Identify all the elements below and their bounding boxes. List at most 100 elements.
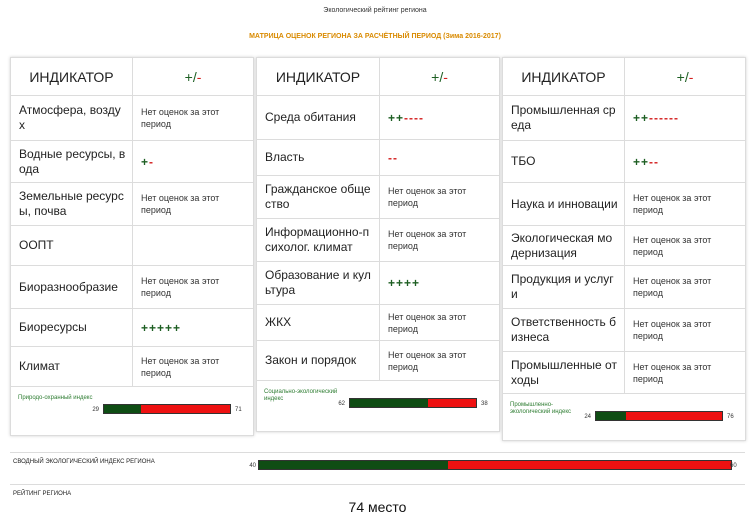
negative-marks: -- [388,150,398,165]
summary-green-segment [259,461,448,469]
indicator-score: Нет оценок за этот период [633,319,712,341]
positive-marks: +++++ [141,320,182,335]
plus-sign: + [431,68,440,85]
indicator-row: ООПТ [11,226,253,266]
indicator-score: Нет оценок за этот период [633,234,712,257]
matrix-title: МАТРИЦА ОЦЕНОК РЕГИОНА ЗА РАСЧЁТНЫЙ ПЕРИ… [249,33,501,40]
indicator-row: ТБО ++-- [503,141,745,183]
score-marks: -- [388,152,398,164]
indicator-score: Нет оценок за этот период [141,193,220,215]
minus-sign: - [443,68,448,85]
indicator-score: Нет оценок за этот период [141,355,220,378]
indicator-score: Нет оценок за этот период [141,107,220,129]
indicator-row: Экологическая модернизация Нет оценок за … [503,226,745,266]
indicator-score: -- [380,140,499,175]
indicator-name: Промышленная среда [503,96,625,140]
score-marks: ++---- [388,112,424,124]
indicator-name: Закон и порядок [257,341,380,380]
indicator-row: Продукция и услуги Нет оценок за этот пер… [503,266,745,309]
indicator-row: Земельные ресурсы, почва Нет оценок за эт… [11,183,253,226]
indicator-score: Нет оценок за этот период [388,229,467,251]
index-red-segment [140,405,230,413]
minus-sign: - [196,68,202,85]
rating-label: РЕЙТИНГ РЕГИОНА [13,491,72,497]
indicator-score: Нет оценок за этот период [388,186,467,208]
index-green-value: 62 [338,401,345,407]
plus-minus-column-header: + / - [380,58,499,96]
indicator-score: Нет оценок за этот период [633,276,712,298]
score-marks: +++++ [141,322,181,334]
negative-marks: ---- [404,110,424,125]
indicator-column-header: ИНДИКАТОР [11,58,133,96]
rating-value: 74 место [348,499,407,515]
indicator-row: Среда обитания ++---- [257,96,499,140]
indicator-name: ЖКХ [257,305,380,340]
indicator-score: Нет оценок за этот период [388,349,467,372]
indicator-panel-3: ИНДИКАТОР + / - Промышленная среда ++------ ТБ… [502,57,746,441]
indicator-score: ++-- [625,141,745,182]
index-red-value: 76 [727,414,734,420]
indicator-score: Нет оценок за этот период [633,193,712,215]
indicator-row: Биоразнообразие Нет оценок за этот период [11,266,253,309]
indicator-name: Атмосфера, воздух [11,96,133,140]
indicator-panel-1: ИНДИКАТОР + / - Атмосфера, воздух Нет оценок … [10,57,254,436]
index-red-value: 38 [481,401,488,407]
indicator-score: +++++ [133,309,253,346]
score-marks: +- [141,156,154,168]
indicator-score: +- [133,141,253,182]
indicator-score: Нет оценок за этот период [141,276,220,298]
indicator-row: Закон и порядок Нет оценок за этот период [257,341,499,381]
panel-index: Промышленно-экологический индекс 24 76 [503,394,747,442]
summary-index-label: СВОДНЫЙ ЭКОЛОГИЧЕСКИЙ ИНДЕКС РЕГИОНА [13,459,155,465]
indicator-row: ЖКХ Нет оценок за этот период [257,305,499,341]
plus-minus-column-header: + / - [625,58,745,96]
indicator-name: Биоразнообразие [11,266,133,308]
panel-header: ИНДИКАТОР + / - [11,58,253,96]
negative-marks: - [149,154,155,169]
positive-marks: + [141,154,150,169]
negative-marks: ------ [649,111,679,125]
panel-index: Природо-охранный индекс 29 71 [11,387,255,437]
summary-green-value: 40 [249,463,256,469]
score-marks: ++-- [633,156,659,168]
indicator-name: Экологическая модернизация [503,226,625,265]
index-bar [103,404,231,414]
index-bar [349,398,477,408]
indicator-score: ++------ [625,96,745,140]
indicator-name: Водные ресурсы, вода [11,141,133,182]
index-bar [595,411,723,421]
index-green-segment [104,405,141,413]
indicator-row: Образование и культура ++++ [257,262,499,305]
indicator-row: Власть -- [257,140,499,176]
index-red-value: 71 [235,407,242,413]
indicator-score: ++---- [380,96,499,139]
indicator-column-header: ИНДИКАТОР [503,58,625,96]
indicator-score: ++++ [380,262,499,304]
indicator-name: Ответственность бизнеса [503,309,625,351]
indicator-name: Продукция и услуги [503,266,625,308]
index-green-value: 29 [92,407,99,413]
index-red-segment [428,399,476,407]
index-green-value: 24 [584,414,591,420]
summary-index: СВОДНЫЙ ЭКОЛОГИЧЕСКИЙ ИНДЕКС РЕГИОНА 40 … [10,452,745,478]
indicator-name: Наука и инновации [503,183,625,225]
region-rating: РЕЙТИНГ РЕГИОНА 74 место [10,484,745,518]
app-title: Экологический рейтинг региона [323,7,427,14]
indicator-panel-2: ИНДИКАТОР + / - Среда обитания ++---- Власть --… [256,57,500,432]
panel-header: ИНДИКАТОР + / - [503,58,745,96]
positive-marks: ++ [388,110,405,125]
negative-marks: -- [649,154,660,169]
minus-sign: - [688,68,694,85]
indicator-name: Биоресурсы [11,309,133,346]
indicator-score: Нет оценок за этот период [633,361,712,384]
indicator-row: Ответственность бизнеса Нет оценок за это… [503,309,745,352]
indicator-row: Информационно-психолог. климат Нет оценок… [257,219,499,262]
indicator-name: Власть [257,140,380,175]
indicator-row: Промышленная среда ++------ [503,96,745,141]
indicator-name: Образование и культура [257,262,380,304]
summary-red-segment [447,461,731,469]
indicator-name: Земельные ресурсы, почва [11,183,133,225]
indicator-row: Биоресурсы +++++ [11,309,253,347]
indicator-name: ТБО [503,141,625,182]
index-green-segment [596,412,627,420]
